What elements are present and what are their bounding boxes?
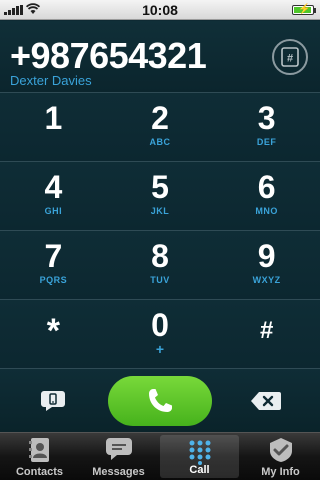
key-7[interactable]: 7 PQRS <box>0 231 107 299</box>
key-digit: 5 <box>151 169 169 205</box>
battery-icon: ⚡ <box>292 5 316 15</box>
key-letters: + <box>155 341 165 357</box>
key-letters: WXYZ <box>252 275 281 285</box>
key-letters: ABC <box>149 137 171 147</box>
keypad-row: 4 GHI 5 JKL 6 MNO <box>0 162 320 231</box>
key-digit: 3 <box>257 100 276 136</box>
tab-label: Call <box>189 464 210 476</box>
key-letters: PQRS <box>39 275 68 285</box>
key-star[interactable]: * <box>0 300 107 368</box>
keypad: 1 2 ABC 3 DEF 4 GHI 5 JKL 6 MNO 7 PQRS 8 <box>0 93 320 369</box>
my-info-icon <box>269 438 292 462</box>
hash-keypad-icon[interactable]: # <box>272 39 308 75</box>
tab-messages[interactable]: Messages <box>79 433 158 480</box>
key-letters: MNO <box>255 206 278 216</box>
key-hash[interactable]: # <box>213 300 320 368</box>
status-bar: 10:08 ⚡ <box>0 0 320 20</box>
message-icon[interactable] <box>40 390 66 412</box>
key-3[interactable]: 3 DEF <box>213 93 320 161</box>
tab-bar: Contacts Messages Call My Info <box>0 432 320 480</box>
key-4[interactable]: 4 GHI <box>0 162 107 230</box>
key-letters: TUV <box>150 275 170 285</box>
dialed-number: +987654321 <box>10 35 207 76</box>
key-digit: # <box>260 317 274 344</box>
key-6[interactable]: 6 MNO <box>213 162 320 230</box>
matched-contact-name[interactable]: Dexter Davies <box>10 73 92 88</box>
keypad-row: * 0 + # <box>0 300 320 369</box>
key-0[interactable]: 0 + <box>106 300 214 368</box>
messages-icon <box>105 438 132 460</box>
key-8[interactable]: 8 TUV <box>106 231 214 299</box>
key-5[interactable]: 5 JKL <box>106 162 214 230</box>
key-digit: 2 <box>151 100 169 136</box>
tab-label: Messages <box>92 466 145 478</box>
key-2[interactable]: 2 ABC <box>106 93 214 161</box>
key-digit: 0 <box>151 307 169 343</box>
key-letters: JKL <box>150 206 170 216</box>
key-digit: 9 <box>257 238 276 274</box>
action-bar <box>0 369 320 432</box>
key-digit: 7 <box>44 238 63 274</box>
call-button[interactable] <box>108 376 212 426</box>
keypad-row: 1 2 ABC 3 DEF <box>0 93 320 162</box>
key-9[interactable]: 9 WXYZ <box>213 231 320 299</box>
keypad-icon <box>189 440 210 465</box>
tab-my-info[interactable]: My Info <box>241 433 320 480</box>
tab-label: My Info <box>261 466 300 478</box>
status-time: 10:08 <box>142 2 178 18</box>
key-digit: * <box>46 312 60 350</box>
key-digit: 4 <box>44 169 63 205</box>
key-letters: DEF <box>256 137 277 147</box>
phone-icon <box>149 389 172 412</box>
key-digit: 6 <box>257 169 276 205</box>
key-1[interactable]: 1 <box>0 93 107 161</box>
backspace-icon[interactable] <box>250 391 282 411</box>
number-display: +987654321 Dexter Davies # <box>0 21 320 93</box>
tab-label: Contacts <box>15 466 64 478</box>
keypad-row: 7 PQRS 8 TUV 9 WXYZ <box>0 231 320 300</box>
tab-call[interactable]: Call <box>160 435 239 478</box>
key-digit: 1 <box>44 100 63 136</box>
contacts-icon <box>28 438 49 462</box>
tab-contacts[interactable]: Contacts <box>0 433 79 480</box>
key-letters: GHI <box>44 206 63 216</box>
svg-text:#: # <box>287 53 293 65</box>
key-digit: 8 <box>151 238 169 274</box>
